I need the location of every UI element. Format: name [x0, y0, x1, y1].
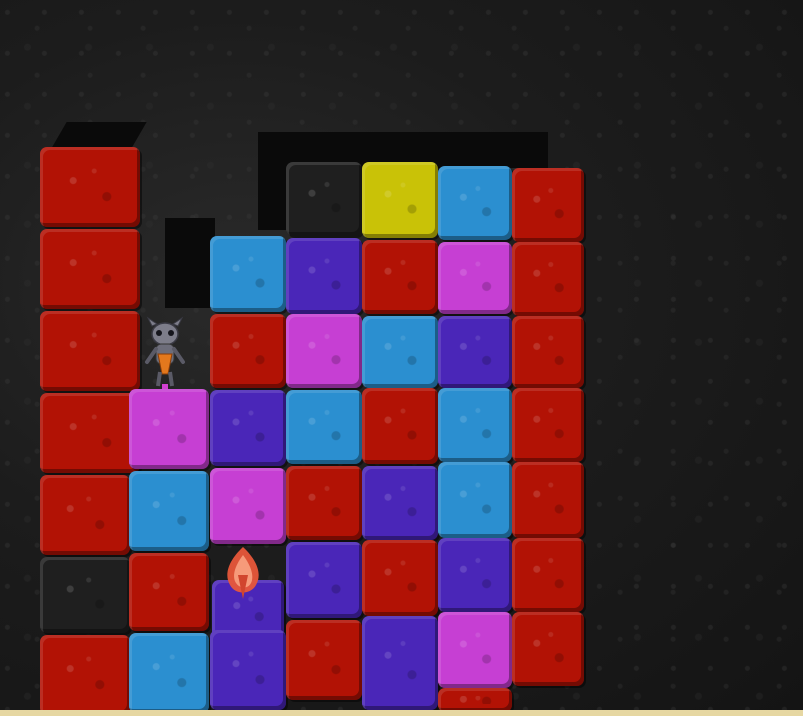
block-magenta	[286, 314, 362, 388]
block-black	[286, 162, 362, 236]
block-red	[512, 388, 584, 462]
block-magenta	[438, 242, 512, 314]
block-red	[129, 553, 209, 631]
block-red	[286, 466, 362, 540]
block-red	[362, 540, 438, 616]
block-red	[40, 635, 130, 715]
block-red	[512, 612, 584, 686]
block-magenta	[438, 612, 512, 688]
robot-player-icon[interactable]	[142, 316, 188, 392]
block-purple	[438, 316, 512, 388]
block-red	[512, 168, 584, 242]
block-red	[40, 475, 130, 555]
block-red	[512, 462, 584, 538]
block-yellow	[362, 162, 438, 238]
block-red	[40, 229, 140, 309]
block-blue	[129, 471, 209, 551]
block-magenta	[210, 468, 286, 544]
block-purple	[210, 630, 286, 710]
block-blue	[210, 236, 286, 312]
block-red	[512, 316, 584, 388]
block-red	[40, 311, 140, 391]
block-purple	[286, 542, 362, 618]
block-red	[286, 620, 362, 700]
block-purple	[210, 390, 286, 466]
block-red	[210, 314, 286, 388]
block-red	[40, 147, 140, 227]
block-black	[40, 557, 130, 633]
block-red	[512, 242, 584, 316]
block-purple	[362, 616, 438, 710]
block-purple	[286, 238, 362, 314]
block-red	[438, 688, 512, 712]
block-red	[512, 538, 584, 612]
block-magenta	[129, 389, 209, 469]
block-purple	[362, 466, 438, 540]
block-blue	[438, 388, 512, 462]
block-purple	[438, 538, 512, 612]
flame-gem-icon[interactable]	[220, 545, 266, 601]
block-blue	[438, 166, 512, 240]
game-viewport[interactable]	[0, 0, 803, 716]
block-blue	[129, 633, 209, 713]
block-blue	[286, 390, 362, 464]
block-shadow	[165, 218, 215, 308]
block-red	[362, 240, 438, 314]
floor-edge	[0, 710, 803, 716]
block-red	[40, 393, 140, 473]
block-blue	[362, 316, 438, 388]
block-blue	[438, 462, 512, 538]
block-red	[362, 388, 438, 464]
